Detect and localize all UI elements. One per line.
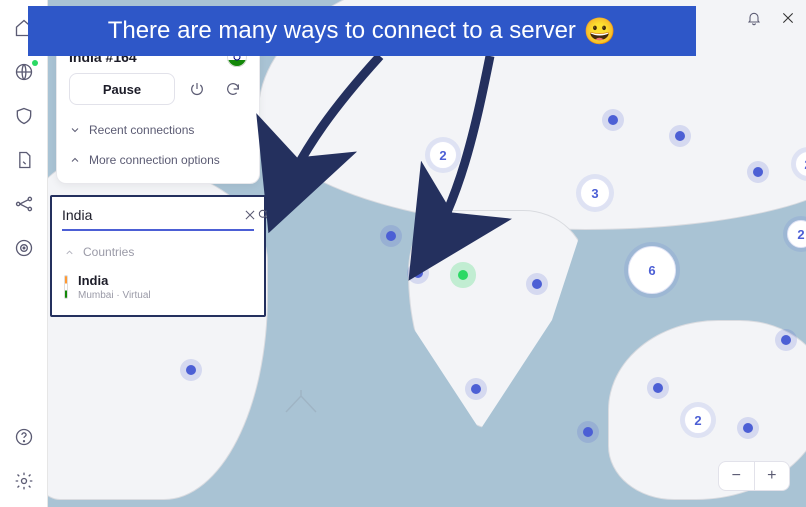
nav-mesh-icon[interactable] [8, 186, 40, 222]
app-window: 236222 India #164 Pause Recent connectio… [0, 0, 806, 507]
chevron-up-icon [64, 247, 75, 258]
close-icon[interactable] [776, 6, 800, 30]
more-options-toggle[interactable]: More connection options [57, 145, 259, 175]
map-server-node[interactable] [186, 365, 196, 375]
map-server-cluster[interactable]: 2 [429, 141, 457, 169]
map-server-node[interactable] [753, 167, 763, 177]
chevron-up-icon [69, 154, 81, 166]
map-server-node[interactable] [608, 115, 618, 125]
refresh-icon[interactable] [219, 75, 247, 103]
zoom-in-button[interactable]: + [755, 462, 790, 490]
zoom-controls: − + [718, 461, 790, 491]
annotation-text: There are many ways to connect to a serv… [108, 17, 576, 45]
power-icon[interactable] [183, 75, 211, 103]
more-options-label: More connection options [89, 153, 220, 167]
map-server-node[interactable] [532, 279, 542, 289]
clear-search-icon[interactable] [243, 208, 257, 222]
chevron-down-icon [69, 124, 81, 136]
search-result-india[interactable]: India Mumbai · Virtual [52, 267, 264, 315]
map-server-node[interactable] [781, 335, 791, 345]
recent-connections-label: Recent connections [89, 123, 194, 137]
left-nav-rail [0, 0, 48, 507]
result-subtitle: Mumbai · Virtual [78, 290, 151, 301]
connection-panel: India #164 Pause Recent connections More… [56, 34, 260, 184]
search-input[interactable] [62, 207, 243, 223]
flag-icon-india [64, 275, 68, 299]
nav-globe-icon[interactable] [8, 54, 40, 90]
nav-settings-icon[interactable] [8, 463, 40, 499]
map-server-cluster[interactable]: 2 [787, 220, 806, 248]
recent-connections-toggle[interactable]: Recent connections [57, 115, 259, 145]
map-server-node[interactable] [583, 427, 593, 437]
map-server-node[interactable] [413, 268, 423, 278]
pause-button[interactable]: Pause [69, 73, 175, 105]
countries-label: Countries [83, 245, 134, 259]
countries-group-header: Countries [52, 237, 264, 267]
map-server-node[interactable] [653, 383, 663, 393]
map-server-cluster[interactable]: 3 [580, 178, 610, 208]
annotation-banner: There are many ways to connect to a serv… [28, 6, 696, 56]
window-controls [742, 6, 800, 30]
nav-radar-icon[interactable] [8, 230, 40, 266]
map-server-node[interactable] [675, 131, 685, 141]
map-server-node[interactable] [743, 423, 753, 433]
nav-help-icon[interactable] [8, 419, 40, 455]
map-server-node[interactable] [386, 231, 396, 241]
emoji-icon: 😀 [584, 16, 616, 47]
nav-shield-icon[interactable] [8, 98, 40, 134]
nav-file-icon[interactable] [8, 142, 40, 178]
map-server-node[interactable] [471, 384, 481, 394]
map-server-node[interactable] [458, 270, 468, 280]
result-name: India [78, 273, 151, 288]
search-panel: Countries India Mumbai · Virtual [50, 195, 266, 317]
zoom-out-button[interactable]: − [719, 462, 755, 490]
map-server-cluster[interactable]: 2 [684, 406, 712, 434]
search-icon[interactable] [257, 208, 271, 222]
map-server-cluster[interactable]: 6 [628, 246, 676, 294]
notification-bell-icon[interactable] [742, 6, 766, 30]
